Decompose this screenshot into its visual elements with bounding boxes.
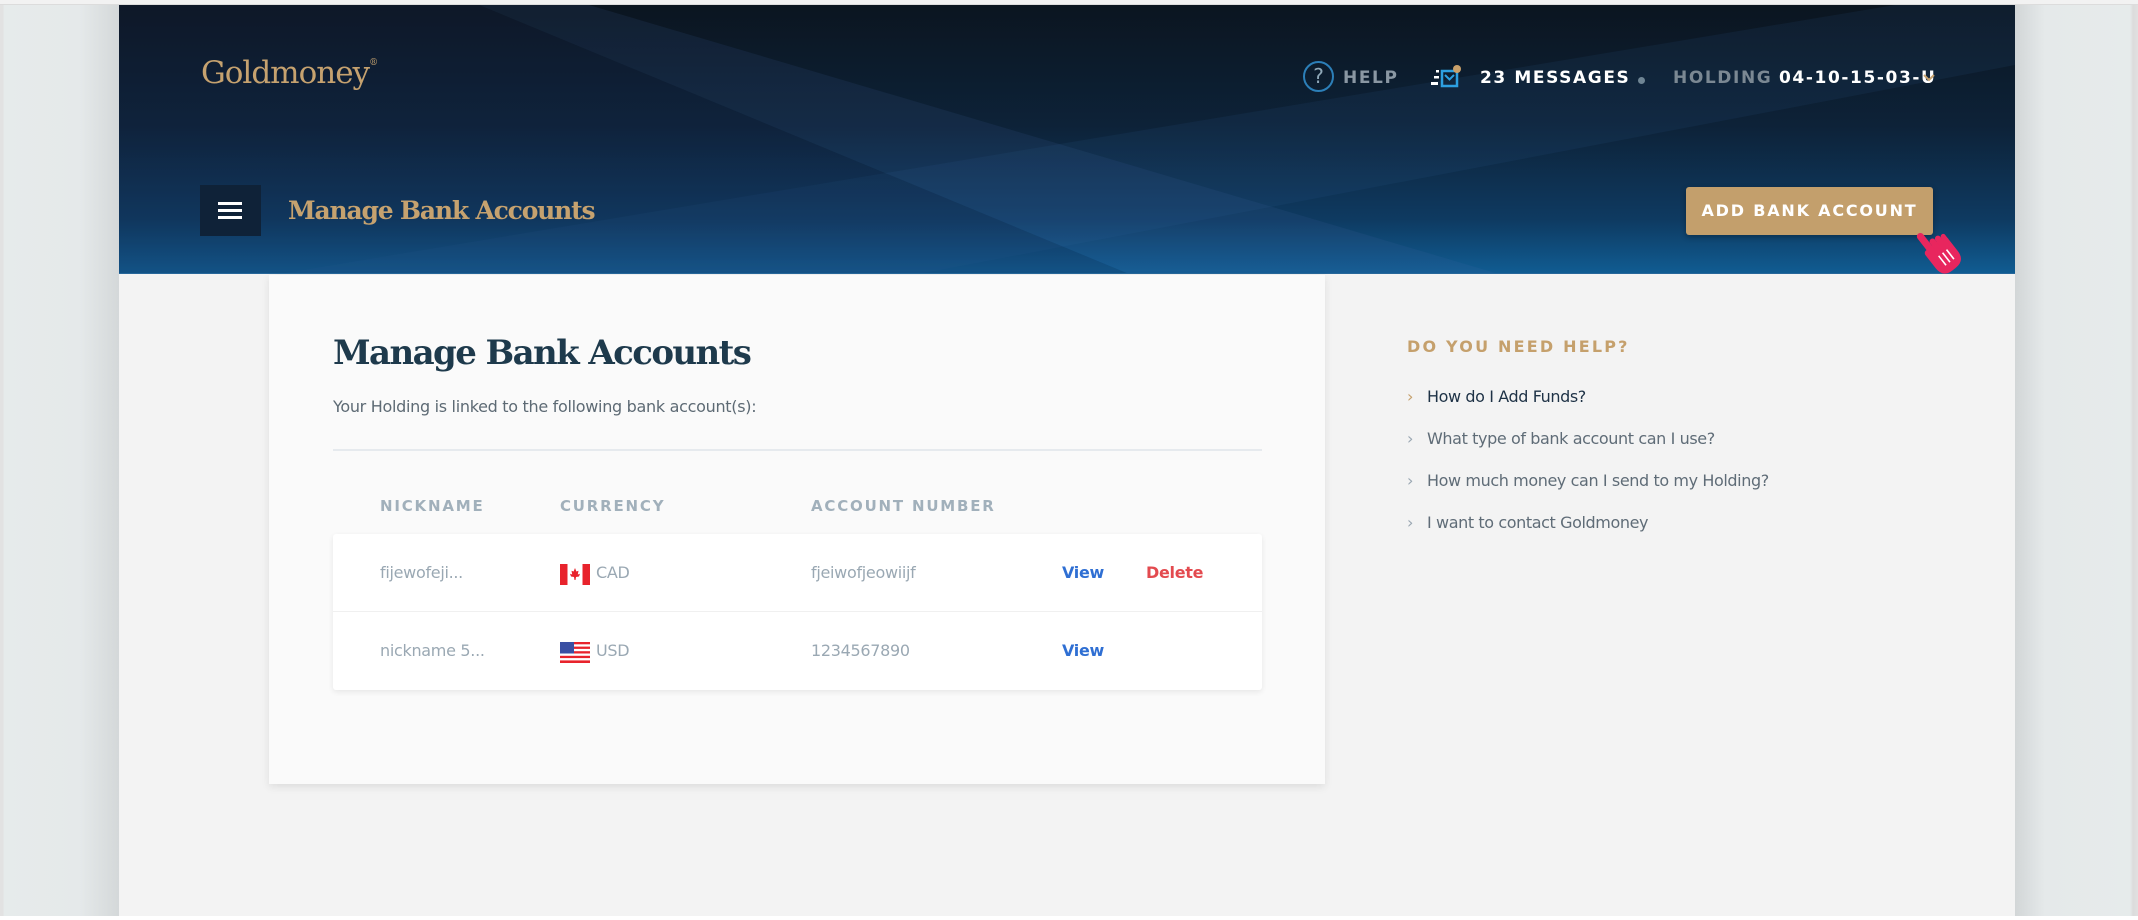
- holding-id-selector[interactable]: 04-10-15-03-U: [1779, 68, 1936, 88]
- messages-link[interactable]: 23 MESSAGES: [1480, 68, 1630, 88]
- hamburger-line: [218, 216, 242, 219]
- registered-mark: ®: [369, 58, 379, 68]
- chevron-down-icon[interactable]: [1922, 71, 1936, 85]
- help-link-label: What type of bank account can I use?: [1427, 428, 1715, 448]
- nickname-cell: fijewofeji...: [380, 563, 463, 582]
- help-icon[interactable]: ?: [1303, 61, 1334, 92]
- help-link-label: How do I Add Funds?: [1427, 386, 1586, 406]
- messages-icon[interactable]: [1431, 65, 1461, 89]
- page-subtitle: Your Holding is linked to the following …: [333, 397, 757, 416]
- hamburger-line: [218, 202, 242, 205]
- chevron-right-icon: ›: [1407, 428, 1414, 448]
- help-link-send-limit[interactable]: › How much money can I send to my Holdin…: [1407, 468, 1769, 492]
- page-title: Manage Bank Accounts: [333, 333, 752, 373]
- canada-flag-icon: [560, 564, 590, 585]
- page-header: Goldmoney® ? HELP 23 MESSAGES HOLDING 04…: [119, 5, 2015, 274]
- help-link[interactable]: HELP: [1343, 68, 1399, 88]
- help-link-bank-account-type[interactable]: › What type of bank account can I use?: [1407, 426, 1715, 450]
- menu-button[interactable]: [200, 185, 261, 236]
- goldmoney-logo[interactable]: Goldmoney®: [201, 55, 378, 91]
- delete-link[interactable]: Delete: [1146, 534, 1203, 611]
- left-gutter: [0, 5, 119, 916]
- account-number-cell: 1234567890: [811, 641, 910, 660]
- window-bottom-edge: [0, 916, 2138, 920]
- currency-cell: USD: [596, 641, 630, 660]
- bank-accounts-card: Manage Bank Accounts Your Holding is lin…: [269, 275, 1325, 784]
- hand-cursor-icon: [1916, 232, 1961, 274]
- nickname-cell: nickname 5...: [380, 641, 485, 660]
- add-bank-account-button[interactable]: ADD BANK ACCOUNT: [1686, 187, 1933, 235]
- help-link-label: I want to contact Goldmoney: [1427, 512, 1649, 532]
- nav-separator-dot: [1638, 77, 1645, 84]
- bank-accounts-table: fijewofeji... CAD fjeiwofjeowiijf View D…: [333, 534, 1262, 690]
- help-link-label: How much money can I send to my Holding?: [1427, 470, 1769, 490]
- holding-label: HOLDING: [1673, 68, 1773, 88]
- header-page-title: Manage Bank Accounts: [288, 196, 596, 225]
- view-link[interactable]: View: [1062, 612, 1104, 689]
- column-header-nickname: NICKNAME: [380, 497, 485, 515]
- column-header-account-number: ACCOUNT NUMBER: [811, 497, 996, 515]
- right-gutter: [2015, 5, 2138, 916]
- chevron-right-icon: ›: [1407, 470, 1414, 490]
- currency-cell: CAD: [596, 563, 630, 582]
- table-row: nickname 5... USD 1234567890 View: [333, 611, 1262, 688]
- view-link[interactable]: View: [1062, 534, 1104, 611]
- help-section-title: DO YOU NEED HELP?: [1407, 337, 1630, 356]
- column-header-currency: CURRENCY: [560, 497, 666, 515]
- table-row: fijewofeji... CAD fjeiwofjeowiijf View D…: [333, 534, 1262, 611]
- usa-flag-icon: [560, 642, 590, 663]
- account-number-cell: fjeiwofjeowiijf: [811, 563, 916, 582]
- help-link-contact[interactable]: › I want to contact Goldmoney: [1407, 510, 1649, 534]
- page-container: Goldmoney® ? HELP 23 MESSAGES HOLDING 04…: [119, 5, 2015, 916]
- chevron-right-icon: ›: [1407, 512, 1414, 532]
- help-link-add-funds[interactable]: › How do I Add Funds?: [1407, 384, 1586, 408]
- chevron-right-icon: ›: [1407, 386, 1414, 406]
- hamburger-line: [218, 209, 242, 212]
- divider: [333, 449, 1262, 451]
- logo-text: Goldmoney: [201, 55, 370, 91]
